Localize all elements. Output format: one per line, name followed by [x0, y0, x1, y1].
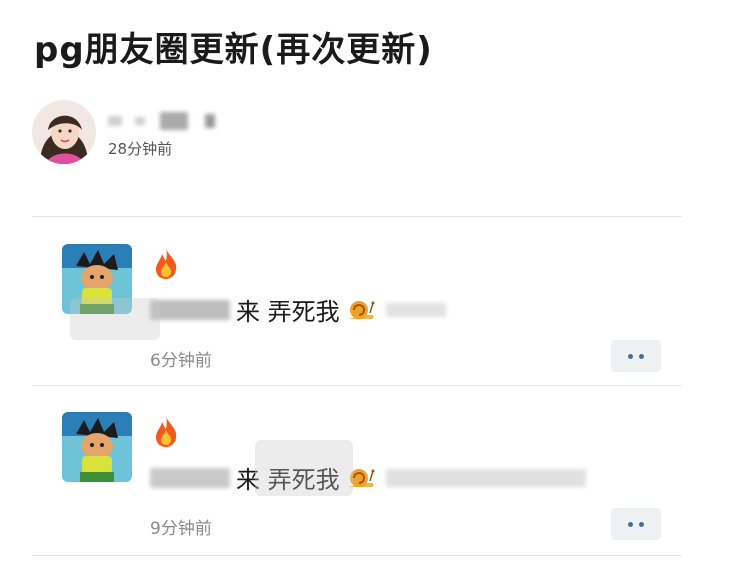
redacted-mention: [150, 467, 230, 488]
snail-icon: [347, 300, 375, 319]
fire-icon: [156, 416, 177, 447]
more-button[interactable]: [611, 508, 661, 540]
fire-icon: [156, 248, 177, 279]
watermark: [70, 298, 160, 340]
redacted-mention: [150, 299, 230, 320]
comment-text: 来 弄死我: [236, 298, 340, 326]
divider: [32, 216, 682, 217]
more-dots-icon: [628, 353, 633, 359]
more-dots-icon: [628, 521, 633, 527]
comment-time: 6分钟前: [150, 351, 212, 371]
more-dots-icon: [639, 353, 644, 359]
redacted-text: [385, 468, 586, 487]
more-button[interactable]: [611, 340, 661, 372]
comment-avatar[interactable]: [62, 412, 132, 482]
comment-item: 来 弄死我 6分钟前: [0, 220, 735, 380]
divider: [32, 555, 682, 556]
watermark: [255, 440, 353, 496]
comment-time: 9分钟前: [150, 519, 212, 539]
author-avatar[interactable]: [32, 100, 96, 164]
redacted-text: [385, 302, 446, 317]
page-title: pg朋友圈更新(再次更新): [34, 30, 433, 70]
author-name-redacted: [108, 110, 216, 130]
comment-item: 来 弄死我 9分钟前: [0, 388, 735, 548]
post-time: 28分钟前: [108, 140, 173, 158]
more-dots-icon: [639, 521, 644, 527]
divider: [32, 385, 682, 386]
